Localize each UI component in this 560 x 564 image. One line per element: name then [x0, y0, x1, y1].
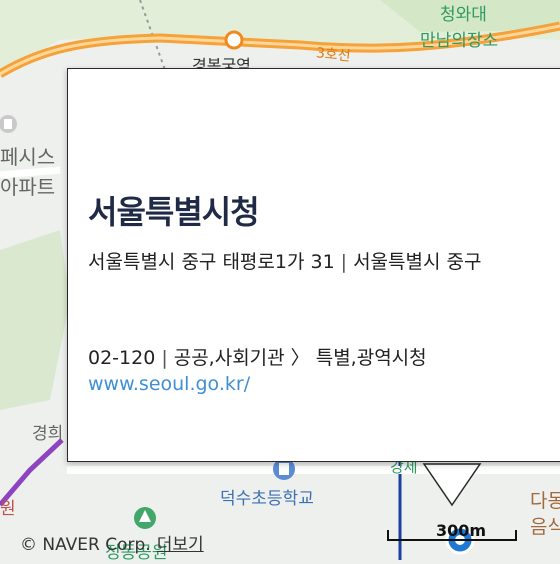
label-meeting-place: 만남의장소	[420, 31, 499, 51]
phone-number[interactable]: 02-120	[88, 347, 155, 369]
label-restaurant: 음식문	[530, 516, 560, 538]
label-apartment: 아파트	[0, 175, 56, 199]
address-road: 서울특별시 중구	[353, 251, 482, 273]
place-contact: 02-120 | 공공,사회기관 〉 특별,광역시청	[88, 343, 427, 370]
subway-line3-label: 3호선	[315, 45, 352, 65]
scale-label: 300m	[436, 521, 487, 540]
place-title[interactable]: 서울특별시청	[88, 187, 260, 233]
place-category: 공공,사회기관 〉 특별,광역시청	[173, 347, 427, 369]
place-info-card[interactable]: 서울특별시청 서울특별시 중구 태평로1가 31 | 서울특별시 중구 02-120…	[67, 68, 560, 462]
address-divider: |	[340, 251, 348, 273]
map-footer: © NAVER Corp. 더보기	[20, 530, 204, 555]
label-cheongwadae: 청와대	[440, 5, 487, 25]
copyright-text: © NAVER Corp.	[20, 535, 151, 555]
website-link[interactable]: www.seoul.go.kr/	[88, 373, 250, 395]
contact-divider: |	[161, 347, 168, 369]
label-won: 원	[0, 499, 16, 519]
more-link[interactable]: 더보기	[157, 535, 204, 555]
address-lot: 서울특별시 중구 태평로1가 31	[88, 251, 335, 273]
label-dadong: 다동	[530, 490, 560, 512]
label-apartment-name: 페시스	[0, 145, 56, 169]
label-gyeonghui: 경희	[32, 424, 64, 444]
label-deoksu-school: 덕수초등학교	[220, 489, 314, 509]
place-address: 서울특별시 중구 태평로1가 31 | 서울특별시 중구	[88, 247, 481, 274]
